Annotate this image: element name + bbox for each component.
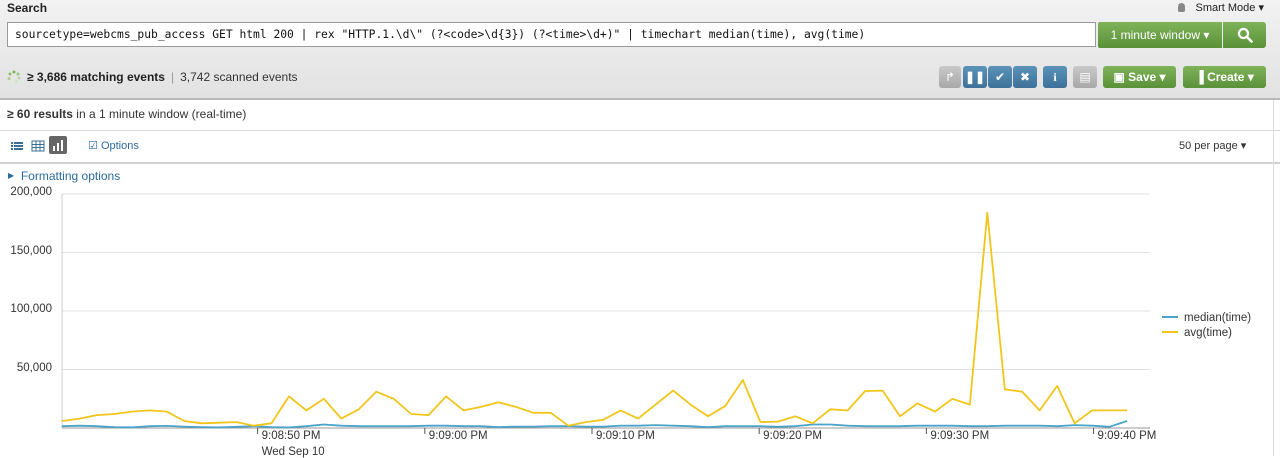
chevron-down-icon: ▾ [1159, 70, 1166, 84]
search-icon [1237, 27, 1253, 43]
cancel-icon: ✖ [1019, 70, 1031, 84]
finalize-button[interactable]: ↱ [939, 66, 961, 88]
options-link[interactable]: ☑ Options [88, 139, 139, 152]
status-divider: | [170, 70, 175, 84]
chevron-down-icon: ▾ [1203, 28, 1210, 42]
job-status: ≥ 3,686 matching events | 3,742 scanned ev… [7, 70, 298, 84]
caret-right-icon: ▶ [8, 171, 15, 180]
edit-icon: ☑ [88, 140, 98, 152]
time-range-picker[interactable]: 1 minute window ▾ [1098, 22, 1222, 48]
chevron-down-icon: ▾ [1247, 70, 1254, 84]
legend-item: median(time) [1162, 312, 1251, 324]
chart-icon: ▐ [1195, 70, 1204, 84]
spinner-icon [7, 70, 21, 84]
list-view-icon[interactable] [10, 139, 24, 153]
save-icon: ▣ [1113, 70, 1125, 84]
results-count: ≥ 60 results [7, 107, 73, 121]
create-label: Create [1207, 70, 1245, 84]
search-input[interactable]: sourcetype=webcms_pub_access GET html 20… [7, 22, 1096, 47]
inspect-button[interactable]: i [1043, 66, 1067, 88]
pause-button[interactable]: ❚❚ [963, 66, 987, 88]
series-line-median [61, 420, 1128, 429]
x-tick-label: 9:09:30 PM [930, 430, 990, 442]
info-icon: i [1053, 70, 1057, 84]
chevron-down-icon: ▾ [1240, 140, 1247, 152]
series-line-avg [61, 211, 1127, 427]
finalize-check-button[interactable]: ✔ [988, 66, 1012, 88]
cancel-button[interactable]: ✖ [1013, 66, 1037, 88]
legend-label: avg(time) [1184, 327, 1232, 339]
legend-label: median(time) [1184, 312, 1252, 324]
results-suffix: in a 1 minute window (real-time) [72, 107, 247, 121]
right-scrollbar-edge [1273, 100, 1274, 456]
formatting-options-label: Formatting options [20, 169, 121, 183]
legend-swatch [1162, 316, 1178, 318]
create-button[interactable]: ▐ Create ▾ [1183, 66, 1266, 88]
y-tick-label: 200,000 [10, 186, 52, 198]
save-button[interactable]: ▣ Save ▾ [1103, 66, 1176, 88]
x-tick-label: 9:08:50 PM [261, 430, 321, 442]
table-view-icon[interactable] [31, 139, 45, 153]
results-summary: ≥ 60 results in a 1 minute window (real-… [7, 107, 246, 121]
matching-events: ≥ 3,686 matching events [27, 70, 165, 84]
check-icon: ✔ [994, 70, 1006, 84]
search-mode-label: Smart Mode [1195, 2, 1256, 14]
bar-chart-icon [53, 140, 63, 151]
x-tick-label: 9:09:00 PM [428, 430, 488, 442]
print-icon: ▤ [1079, 70, 1091, 84]
x-tick-label: 9:09:40 PM [1097, 430, 1157, 442]
formatting-options-toggle[interactable]: ▶ Formatting options [8, 169, 120, 183]
per-page-select[interactable]: 50 per page ▾ [1179, 139, 1246, 152]
options-label: Options [100, 140, 139, 152]
finalize-icon: ↱ [944, 70, 956, 84]
save-label: Save [1128, 70, 1157, 84]
search-mode-menu[interactable]: Smart Mode ▾ [1178, 1, 1264, 14]
time-range-label: 1 minute window [1110, 28, 1200, 42]
x-tick-label: 9:09:10 PM [595, 430, 655, 442]
pause-icon: ❚❚ [964, 70, 986, 84]
scanned-events: 3,742 scanned events [180, 70, 298, 84]
view-bar [0, 131, 1280, 164]
search-button[interactable] [1223, 22, 1266, 48]
per-page-label: 50 per page [1179, 140, 1238, 152]
print-button[interactable]: ▤ [1073, 66, 1097, 88]
search-title: Search [7, 1, 48, 15]
x-tick-label: 9:09:20 PM [763, 430, 822, 442]
y-tick-label: 150,000 [10, 244, 52, 257]
chevron-down-icon: ▾ [1258, 2, 1264, 14]
chart-view-button[interactable] [49, 136, 67, 154]
x-axis-date: Wed Sep 10 [261, 446, 325, 458]
y-tick-label: 50,000 [16, 361, 52, 374]
y-tick-label: 100,000 [10, 303, 52, 315]
legend-swatch [1162, 331, 1178, 333]
legend-item: avg(time) [1162, 327, 1232, 339]
lightbulb-icon [1178, 3, 1186, 12]
